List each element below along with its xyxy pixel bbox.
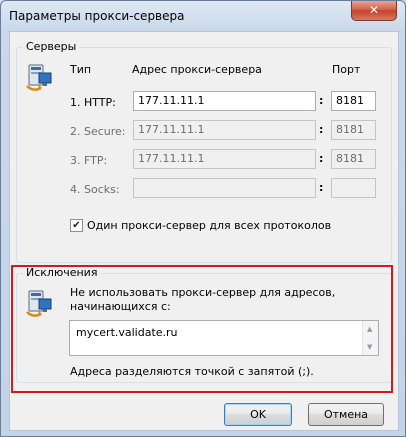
secure-label: 2. Secure:	[70, 125, 126, 138]
ftp-label: 3. FTP:	[70, 154, 108, 167]
close-icon: ✕	[368, 3, 380, 17]
secure-colon: :	[319, 123, 324, 136]
window-title: Параметры прокси-сервера	[9, 9, 185, 23]
socks-colon: :	[319, 181, 324, 194]
same-proxy-checkbox[interactable]: ✔	[70, 219, 83, 232]
http-port-input[interactable]: 8181	[331, 91, 376, 111]
ftp-colon: :	[319, 152, 324, 165]
secure-address-input[interactable]: 177.11.11.1	[133, 120, 316, 140]
cancel-button[interactable]: Отмена	[308, 403, 384, 426]
network-computer-icon	[26, 64, 52, 91]
type-column-header: Тип	[70, 63, 92, 76]
http-address-input[interactable]: 177.11.11.1	[133, 91, 316, 111]
same-proxy-label[interactable]: Один прокси-сервер для всех протоколов	[87, 219, 331, 232]
http-colon: :	[319, 94, 324, 107]
exceptions-highlight-frame	[11, 265, 393, 393]
port-column-header: Порт	[332, 63, 361, 76]
proxy-settings-window: Параметры прокси-сервера ✕ Серверы Тип А…	[0, 0, 406, 437]
ok-button[interactable]: OK	[224, 403, 292, 426]
address-column-header: Адрес прокси-сервера	[132, 63, 262, 76]
http-label: 1. HTTP:	[70, 96, 116, 109]
secure-port-input[interactable]: 8181	[331, 120, 376, 140]
title-bar[interactable]: Параметры прокси-сервера ✕	[1, 1, 405, 31]
servers-group: Серверы Тип Адрес прокси-сервера Порт 1.…	[16, 40, 392, 263]
close-button[interactable]: ✕	[351, 1, 397, 21]
servers-group-label: Серверы	[23, 40, 80, 53]
socks-address-input[interactable]	[133, 178, 316, 198]
checkmark-icon: ✔	[72, 220, 81, 231]
socks-port-input[interactable]	[331, 178, 376, 198]
ftp-address-input[interactable]: 177.11.11.1	[133, 149, 316, 169]
socks-label: 4. Socks:	[70, 183, 120, 196]
ftp-port-input[interactable]: 8181	[331, 149, 376, 169]
